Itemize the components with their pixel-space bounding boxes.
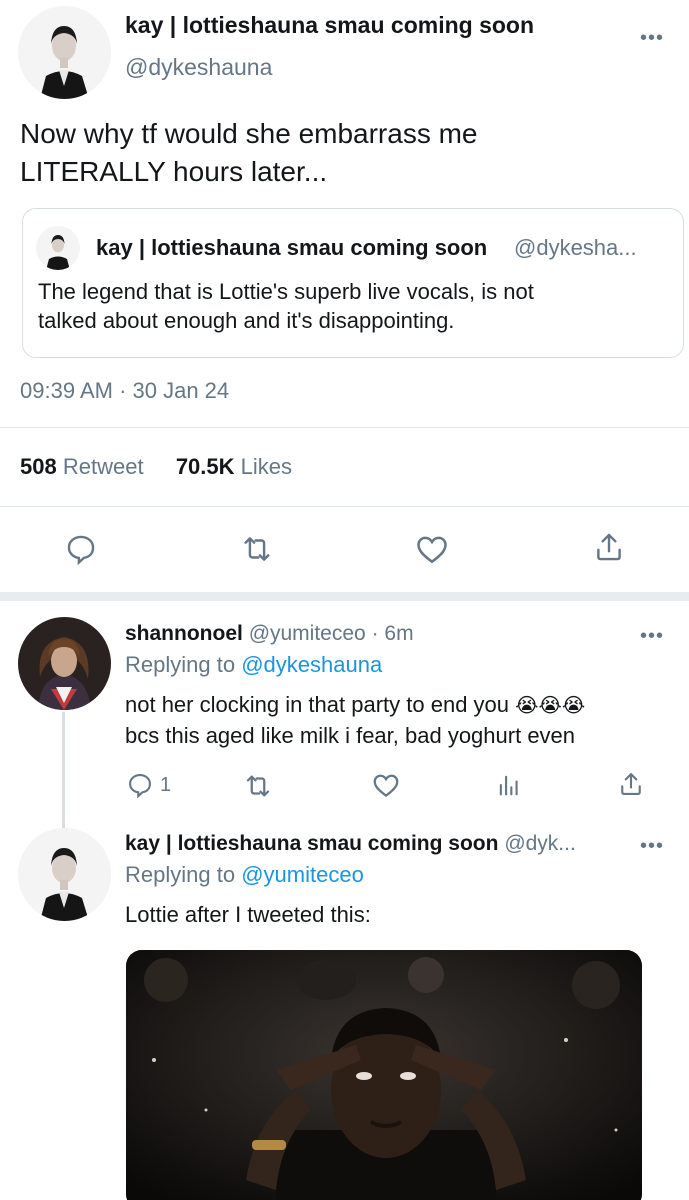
likes-stat[interactable]: 70.5K Likes (176, 454, 292, 479)
share-icon (597, 533, 621, 561)
reply-author-avatar[interactable] (18, 617, 111, 710)
reply-media-gif[interactable] (126, 950, 642, 1200)
tweet-timestamp: 09:39 AM · 30 Jan 24 (20, 378, 230, 403)
share-icon (621, 773, 641, 795)
author-avatar[interactable] (18, 6, 111, 99)
tweet-text-line: Now why tf would she embarrass me (20, 118, 478, 149)
reply-author-handle[interactable]: @yumiteceo (249, 622, 366, 645)
like-icon (373, 774, 399, 798)
replying-prefix: Replying to (125, 862, 236, 887)
thread-connector (62, 712, 65, 832)
author-name[interactable]: kay | lottieshauna smau coming soon (125, 12, 534, 39)
reply-icon (67, 535, 95, 566)
gif-image (126, 950, 642, 1200)
reply-icon (129, 774, 151, 799)
tweet-text-line: LITERALLY hours later... (20, 156, 328, 187)
quoted-author-avatar (36, 226, 80, 270)
retweet-button[interactable] (240, 532, 274, 571)
retweet-count: 508 (20, 454, 57, 479)
more-options-icon[interactable]: ••• (640, 836, 664, 856)
analytics-icon (499, 775, 518, 796)
retweet-label: Retweet (62, 454, 144, 479)
reply-header: kay | lottieshauna smau coming soon @dyk… (125, 832, 576, 856)
reply-text-line: bcs this aged like milk i fear, bad yogh… (125, 723, 576, 748)
reply-text-line: not her clocking in that party to end yo… (125, 692, 510, 717)
like-button[interactable] (371, 770, 401, 805)
quoted-author-name: kay | lottieshauna smau coming soon (96, 235, 488, 260)
reply-count: 1 (160, 773, 172, 796)
replying-to-link[interactable]: @yumiteceo (241, 862, 364, 887)
retweet-stat[interactable]: 508 Retweet (20, 454, 150, 479)
retweet-icon (246, 775, 270, 797)
like-count: 70.5K (175, 454, 235, 479)
quoted-author-handle: @dykesha... (514, 235, 637, 260)
reply-author-name[interactable]: kay | lottieshauna smau coming soon (125, 832, 498, 855)
quoted-tweet-text: The legend that is Lottie's superb live … (38, 277, 658, 335)
more-options-icon[interactable]: ••• (640, 28, 664, 48)
analytics-button[interactable] (495, 771, 523, 804)
retweet-button[interactable] (243, 771, 273, 806)
crying-emoji: 😭😭😭 (515, 695, 586, 717)
reply-author-avatar[interactable] (18, 828, 111, 921)
share-button[interactable] (592, 530, 626, 569)
reply-button[interactable]: 1 (126, 771, 171, 799)
replying-to-link[interactable]: @dykeshauna (241, 652, 382, 677)
divider (0, 427, 689, 428)
reply-text: not her clocking in that party to end yo… (125, 690, 675, 751)
reply-author-name[interactable]: shannonoel (125, 622, 243, 645)
quoted-text-line: talked about enough and it's disappointi… (38, 308, 455, 333)
like-button[interactable] (414, 531, 450, 572)
more-options-icon[interactable]: ••• (640, 626, 664, 646)
divider (0, 506, 689, 507)
replying-prefix: Replying to (125, 652, 236, 677)
avatar-image (18, 617, 111, 710)
share-button[interactable] (617, 770, 645, 803)
retweet-icon (244, 537, 270, 561)
engagement-stats: 508 Retweet 70.5K Likes (20, 454, 292, 480)
reply-time: · 6m (371, 622, 414, 645)
avatar-image (36, 226, 80, 270)
avatar-image (18, 828, 111, 921)
quoted-text-line: The legend that is Lottie's superb live … (38, 279, 534, 304)
like-icon (417, 536, 447, 564)
replying-to: Replying to @dykeshauna (125, 650, 382, 680)
avatar-image (18, 6, 111, 99)
reply-button[interactable] (64, 532, 98, 571)
reply-header: shannonoel @yumiteceo · 6m (125, 622, 414, 646)
like-label: Likes (240, 454, 293, 479)
divider (0, 592, 689, 601)
author-handle[interactable]: @dykeshauna (125, 54, 272, 81)
replying-to: Replying to @yumiteceo (125, 860, 364, 890)
reply-text: Lottie after I tweeted this: (125, 902, 371, 927)
reply-author-handle[interactable]: @dyk... (504, 832, 576, 855)
tweet-text: Now why tf would she embarrass me LITERA… (20, 115, 620, 191)
